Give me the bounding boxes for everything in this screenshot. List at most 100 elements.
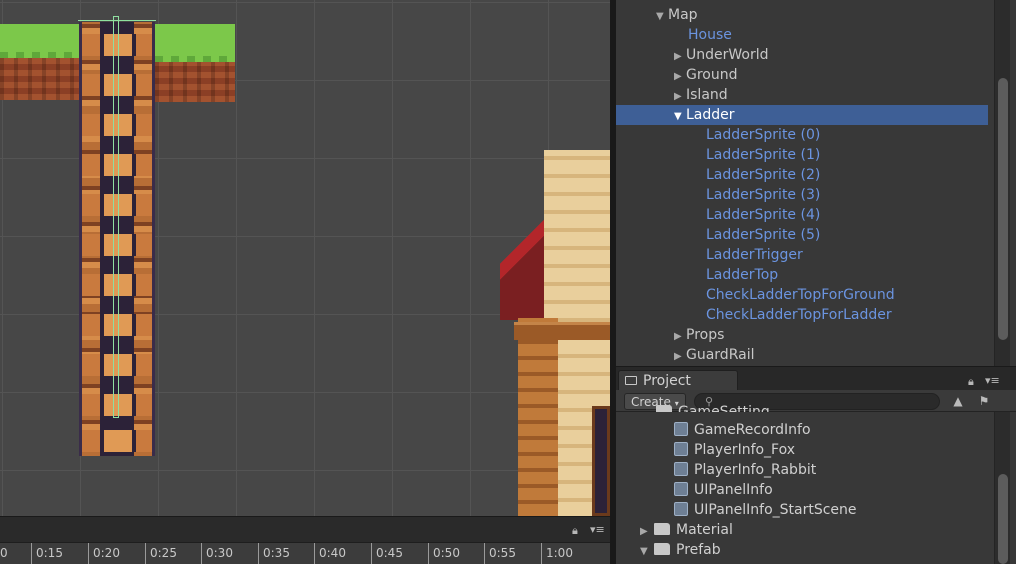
collapsed-arrow-icon[interactable]: ▶ [674,47,686,67]
label-filter-icon[interactable]: ⚑ [974,392,994,410]
project-scrollbar[interactable] [994,412,1010,564]
asset-label: UIPanelInfo [694,482,773,498]
panel-menu-icon[interactable]: ▾≡ [590,523,605,536]
collapsed-arrow-icon[interactable]: ▶ [674,87,686,107]
hierarchy-item-check-ladder[interactable]: CheckLadderTopForLadder [616,305,988,325]
hierarchy-item-label: Map [668,7,698,23]
hierarchy-item-guardrail[interactable]: ▶ GuardRail [616,345,988,365]
hierarchy-item-label: LadderSprite (1) [706,147,821,163]
asset-label: PlayerInfo_Fox [694,442,796,458]
hierarchy-item-check-ground[interactable]: CheckLadderTopForGround [616,285,988,305]
hierarchy-item-label: UnderWorld [686,47,769,63]
tab-project[interactable]: Project [618,370,738,391]
hierarchy-item-label: GuardRail [686,347,755,363]
lock-icon[interactable]: 🔒︎ [572,524,578,538]
scene-view[interactable] [0,0,610,516]
asset-item[interactable]: PlayerInfo_Rabbit [674,460,816,480]
scrollbar-thumb[interactable] [998,474,1008,564]
hierarchy-item-label: LadderSprite (2) [706,167,821,183]
hierarchy-item-label: CheckLadderTopForGround [706,287,895,303]
ladder-rung [82,430,152,452]
asset-label: GameRecordInfo [694,422,811,438]
folder-icon [625,376,637,385]
scriptable-object-icon [674,482,688,496]
panel-menu-icon[interactable]: ▾≡ [985,374,1000,387]
timeline-header: 🔒︎ ▾≡ [0,516,610,542]
expanded-arrow-icon[interactable]: ▼ [640,542,654,562]
hierarchy-item-laddersprite-0[interactable]: LadderSprite (0) [616,125,988,145]
scrollbar-thumb[interactable] [998,78,1008,340]
timeline-tick: 0 [0,546,8,560]
grass-tile-left [0,24,80,58]
folder-label: GameSetting [678,404,770,412]
hierarchy-item-label: LadderTop [706,267,779,283]
hierarchy-item-map[interactable]: ▼ Map [616,5,988,25]
hierarchy-item-laddersprite-4[interactable]: LadderSprite (4) [616,205,988,225]
house-beam [514,322,610,340]
hierarchy-item-laddertop[interactable]: LadderTop [616,265,988,285]
timeline-tick: 1:00 [541,543,573,564]
hierarchy-item-label: LadderTrigger [706,247,803,263]
lock-icon[interactable]: 🔒︎ [968,375,974,389]
collider-gizmo-top[interactable] [78,20,156,26]
hierarchy-item-label: LadderSprite (5) [706,227,821,243]
folder-item-prefab[interactable]: ▼ Prefab [640,540,721,560]
timeline-tick: 0:25 [145,543,177,564]
hierarchy-item-laddersprite-5[interactable]: LadderSprite (5) [616,225,988,245]
hierarchy-item-label: CheckLadderTopForLadder [706,307,892,323]
hierarchy-item-laddertrigger[interactable]: LadderTrigger [616,245,988,265]
hierarchy-item-island[interactable]: ▶ Island [616,85,988,105]
expanded-arrow-icon[interactable]: ▼ [656,7,668,27]
hierarchy-item-label: Ladder [686,107,735,123]
folder-item-material[interactable]: ▶ Material [640,520,733,540]
folder-item-gamesetting[interactable]: GameSetting [656,402,770,412]
timeline-tick: 0:40 [314,543,346,564]
timeline-tick: 0:35 [258,543,290,564]
grass-tile-right [155,24,235,62]
folder-icon [654,543,670,555]
dirt-tile-right [155,62,235,102]
asset-item[interactable]: PlayerInfo_Fox [674,440,795,460]
asset-label: PlayerInfo_Rabbit [694,462,817,478]
hierarchy-item-props[interactable]: ▶ Props [616,325,988,345]
hierarchy-item-laddersprite-3[interactable]: LadderSprite (3) [616,185,988,205]
expanded-arrow-icon[interactable]: ▼ [674,107,686,127]
collapsed-arrow-icon[interactable]: ▶ [640,522,654,542]
hierarchy-item-ground[interactable]: ▶ Ground [616,65,988,85]
scriptable-object-icon [674,422,688,436]
tab-label: Project [643,373,691,389]
hierarchy-item-label: Props [686,327,725,343]
house-sprite[interactable] [500,110,610,516]
scriptable-object-icon [674,462,688,476]
project-tab-bar: Project 🔒︎ ▾≡ [616,366,1016,391]
hierarchy-item-label: LadderSprite (3) [706,187,821,203]
timeline-tick: 0:45 [371,543,403,564]
hierarchy-item-underworld[interactable]: ▶ UnderWorld [616,45,988,65]
hierarchy-item-house[interactable]: House [616,25,988,45]
collapsed-arrow-icon[interactable]: ▶ [674,327,686,347]
hierarchy-item-ladder[interactable]: ▼ Ladder [616,105,988,125]
type-filter-icon[interactable]: ▲ [948,392,968,410]
folder-label: Material [676,522,733,538]
asset-item[interactable]: GameRecordInfo [674,420,811,440]
timeline-tick: 0:55 [484,543,516,564]
asset-item[interactable]: UIPanelInfo [674,480,773,500]
hierarchy-item-label: LadderSprite (4) [706,207,821,223]
dirt-tile-left [0,58,80,100]
collider-gizmo[interactable] [113,16,119,418]
hierarchy-scrollbar[interactable] [994,0,1010,366]
timeline-tick: 0:50 [428,543,460,564]
timeline-ruler[interactable]: 0 0:15 0:20 0:25 0:30 0:35 0:40 0:45 0:5… [0,542,610,564]
folder-label: Prefab [676,542,721,558]
collapsed-arrow-icon[interactable]: ▶ [674,347,686,366]
timeline-tick: 0:30 [201,543,233,564]
collapsed-arrow-icon[interactable]: ▶ [674,67,686,87]
folder-icon [656,405,672,412]
hierarchy-item-label: House [688,27,732,43]
asset-item[interactable]: UIPanelInfo_StartScene [674,500,857,520]
hierarchy-item-laddersprite-1[interactable]: LadderSprite (1) [616,145,988,165]
hierarchy-item-laddersprite-2[interactable]: LadderSprite (2) [616,165,988,185]
hierarchy-item-label: Island [686,87,728,103]
house-door [592,406,610,516]
hierarchy-item-label: Ground [686,67,738,83]
